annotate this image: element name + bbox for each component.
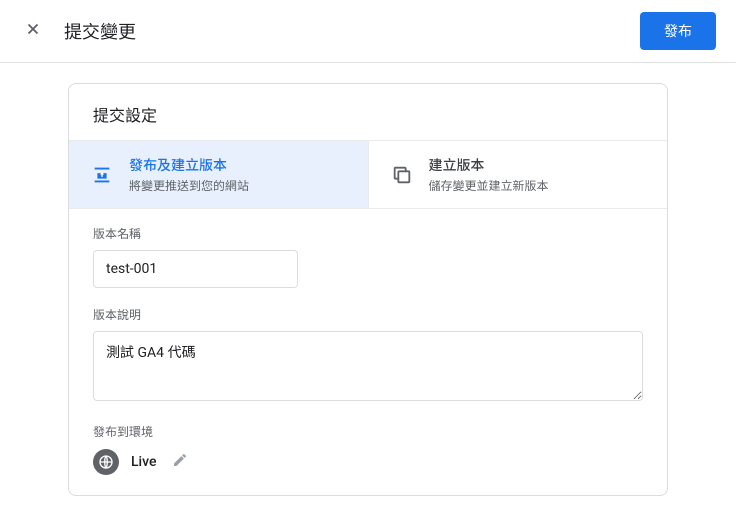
card-title: 提交設定 — [69, 84, 667, 140]
environment-name: Live — [131, 454, 156, 470]
tab-publish-label: 發布及建立版本 — [129, 155, 249, 175]
upload-icon — [91, 164, 113, 186]
environment-label: 發布到環境 — [93, 423, 643, 440]
environment-row: Live — [93, 448, 643, 475]
form-body: 版本名稱 版本說明 發布到環境 Live — [69, 209, 667, 475]
tab-create-label: 建立版本 — [429, 155, 549, 175]
copy-icon — [391, 164, 413, 186]
tab-create-desc: 儲存變更並建立新版本 — [429, 177, 549, 194]
close-icon — [24, 20, 42, 38]
tab-row: 發布及建立版本 將變更推送到您的網站 建立版本 儲存變更並建立新版本 — [69, 140, 667, 209]
content-area: 提交設定 發布及建立版本 將變更推送到您的網站 建立版本 儲存變更並建立新版本 … — [0, 63, 736, 516]
globe-icon — [93, 449, 119, 475]
publish-button[interactable]: 發布 — [640, 12, 716, 50]
tab-publish-text: 發布及建立版本 將變更推送到您的網站 — [129, 155, 249, 194]
settings-card: 提交設定 發布及建立版本 將變更推送到您的網站 建立版本 儲存變更並建立新版本 … — [68, 83, 668, 496]
tab-create-text: 建立版本 儲存變更並建立新版本 — [429, 155, 549, 194]
tab-create-version[interactable]: 建立版本 儲存變更並建立新版本 — [369, 141, 668, 208]
environment-group: 發布到環境 Live — [93, 423, 643, 475]
tab-publish-and-create[interactable]: 發布及建立版本 將變更推送到您的網站 — [69, 141, 369, 208]
version-desc-label: 版本說明 — [93, 306, 643, 323]
version-name-label: 版本名稱 — [93, 225, 643, 242]
header-left: 提交變更 — [20, 16, 136, 47]
version-name-group: 版本名稱 — [93, 225, 643, 288]
pencil-icon — [172, 452, 188, 468]
version-desc-input[interactable] — [93, 331, 643, 401]
dialog-title: 提交變更 — [64, 18, 136, 44]
version-desc-group: 版本說明 — [93, 306, 643, 405]
close-button[interactable] — [20, 16, 46, 47]
tab-publish-desc: 將變更推送到您的網站 — [129, 177, 249, 194]
edit-environment-button[interactable] — [168, 448, 192, 475]
version-name-input[interactable] — [93, 250, 298, 288]
dialog-header: 提交變更 發布 — [0, 0, 736, 63]
